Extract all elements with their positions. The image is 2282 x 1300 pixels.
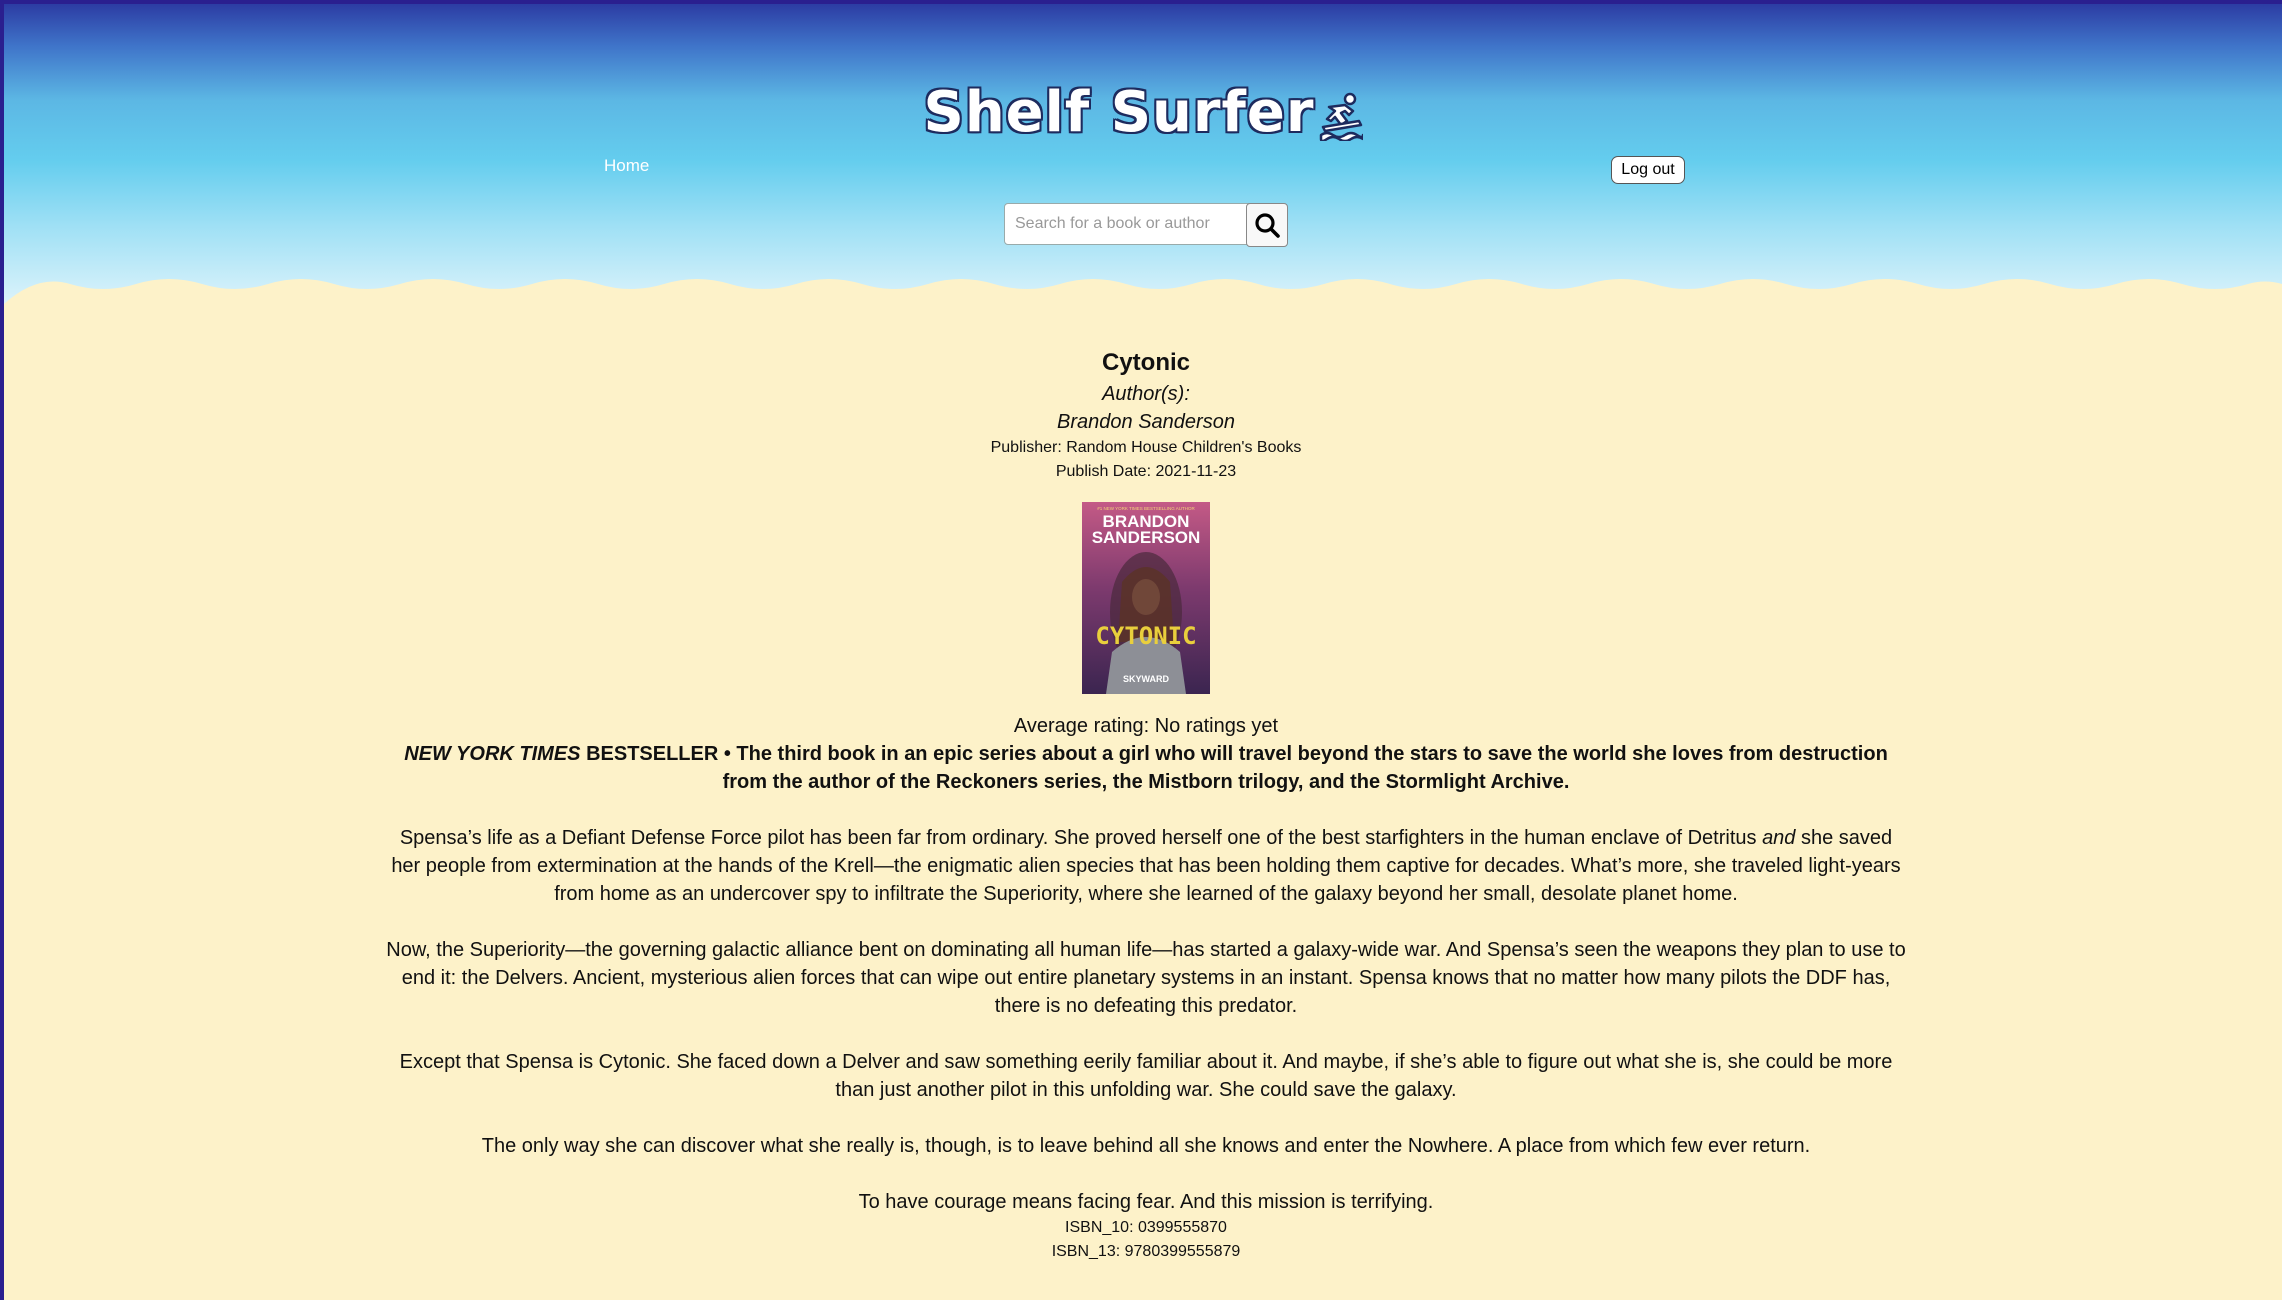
description-paragraph: Now, the Superiority—the governing galac… [386, 939, 1906, 1017]
isbn-13: ISBN_13: 9780399555879 [1051, 1243, 1241, 1260]
book-cover-image: #1 NEW YORK TIMES BESTSELLING AUTHOR BRA… [1082, 502, 1210, 694]
cover-tagline: #1 NEW YORK TIMES BESTSELLING AUTHOR [1097, 506, 1195, 511]
author-name: Brandon Sanderson [1057, 411, 1235, 433]
page: Shelf Surfer Home Log out Search for a b… [4, 4, 2282, 1300]
search-button[interactable] [1246, 203, 1288, 247]
description-text: Spensa’s life as a Defiant Defense Force… [399, 827, 1763, 849]
cover-series: SKYWARD [1123, 674, 1170, 684]
book-detail: Cytonic Author(s): Brandon Sanderson Pub… [384, 344, 1908, 1264]
nav-home-link[interactable]: Home [604, 156, 649, 176]
cover-author-bottom: SANDERSON [1092, 528, 1201, 547]
surfer-icon [1319, 92, 1363, 141]
description-lead-rest: BESTSELLER • The third book in an epic s… [580, 743, 1888, 793]
site-logo[interactable]: Shelf Surfer [4, 80, 2282, 146]
header: Shelf Surfer Home Log out [4, 4, 2282, 304]
search-input[interactable] [1004, 203, 1252, 245]
description-paragraph: The only way she can discover what she r… [481, 1135, 1811, 1157]
description-paragraph: Spensa’s life as a Defiant Defense Force… [384, 824, 1908, 908]
publisher: Publisher: Random House Children's Books [990, 439, 1302, 456]
wave-divider [4, 279, 2282, 334]
average-rating: Average rating: No ratings yet [1013, 715, 1279, 737]
description-lead-italic: NEW YORK TIMES [404, 743, 581, 765]
authors-label: Author(s): [1102, 383, 1190, 405]
publish-date: Publish Date: 2021-11-23 [1055, 463, 1237, 480]
description-lead: NEW YORK TIMES BESTSELLER • The third bo… [384, 740, 1908, 796]
isbn-10: ISBN_10: 0399555870 [1065, 1219, 1227, 1236]
cover-title: CYTONIC [1095, 622, 1196, 650]
search-icon [1255, 213, 1280, 238]
book-title: Cytonic [1101, 349, 1190, 376]
description-emphasis: and [1762, 827, 1796, 849]
description-paragraph: To have courage means facing fear. And t… [858, 1191, 1434, 1213]
logo-text: Shelf Surfer [923, 80, 1315, 145]
description-paragraph: Except that Spensa is Cytonic. She faced… [399, 1051, 1893, 1101]
book-description: NEW YORK TIMES BESTSELLER • The third bo… [384, 740, 1908, 1216]
logout-button[interactable]: Log out [1611, 156, 1685, 184]
